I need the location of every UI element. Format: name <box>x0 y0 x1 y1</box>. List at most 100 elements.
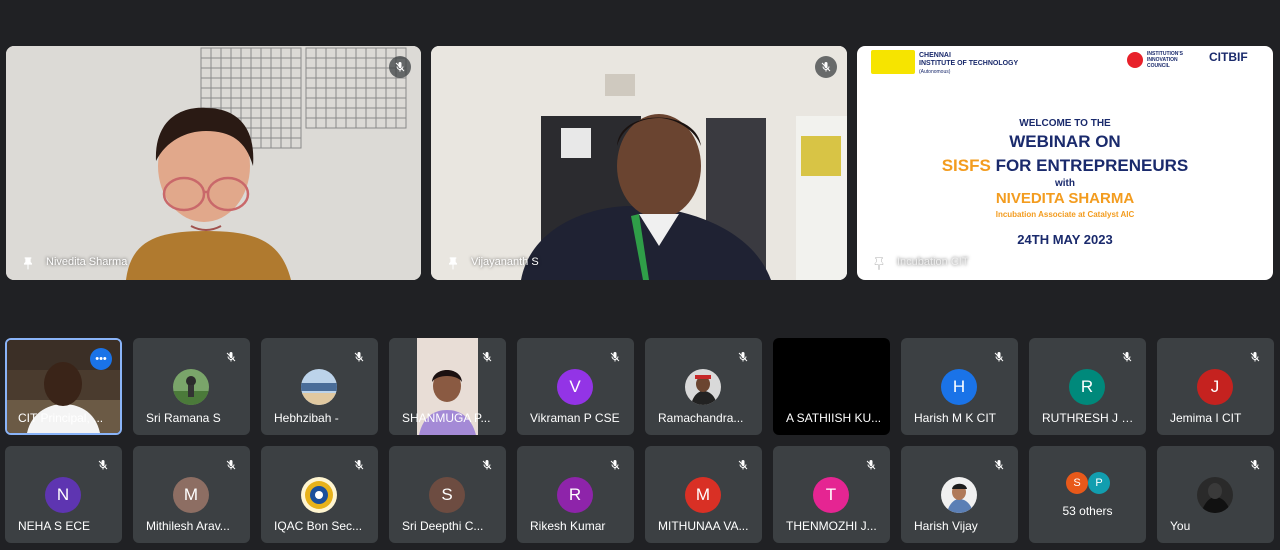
mic-muted-icon <box>92 454 114 476</box>
participant-name: A SATHIISH KU... <box>786 411 882 425</box>
participant-name: RUTHRESH J C... <box>1042 411 1138 425</box>
avatar <box>941 477 977 513</box>
participant-name: You <box>1170 519 1191 533</box>
participant-tile[interactable]: Sri Ramana S <box>133 338 250 435</box>
participant-name: Jemima I CIT <box>1170 411 1242 425</box>
iic-logo <box>1127 52 1143 68</box>
avatar <box>173 369 209 405</box>
participant-name: Incubation CIT <box>897 256 969 268</box>
participant-name: Vijayananth S <box>471 256 539 268</box>
mic-muted-icon <box>732 346 754 368</box>
avatar: R <box>557 477 593 513</box>
participant-tile[interactable]: R Rikesh Kumar <box>517 446 634 543</box>
avatar: N <box>45 477 81 513</box>
avatar <box>301 477 337 513</box>
mic-muted-icon <box>1244 454 1266 476</box>
participant-name: Harish Vijay <box>914 519 978 533</box>
mic-muted-icon <box>220 346 242 368</box>
participant-tile[interactable]: IQAC Bon Sec... <box>261 446 378 543</box>
mic-muted-icon <box>1244 346 1266 368</box>
participant-tile[interactable]: H Harish M K CIT <box>901 338 1018 435</box>
mic-muted-icon <box>988 454 1010 476</box>
cit-logo <box>871 50 915 74</box>
avatar: V <box>557 369 593 405</box>
mic-muted-icon <box>220 454 242 476</box>
mic-muted-icon <box>476 346 498 368</box>
participant-tile[interactable]: M Mithilesh Arav... <box>133 446 250 543</box>
participant-name: IQAC Bon Sec... <box>274 519 363 533</box>
participant-tile[interactable]: Ramachandra... <box>645 338 762 435</box>
others-tile[interactable]: S P 53 others <box>1029 446 1146 543</box>
participant-tile[interactable]: ••• CIT Principal, ... <box>5 338 122 435</box>
participant-name: Ramachandra... <box>658 411 744 425</box>
slide-welcome: WELCOME TO THE <box>1019 118 1111 129</box>
slide-date: 24TH MAY 2023 <box>1017 232 1113 247</box>
participant-name: MITHUNAA VA... <box>658 519 749 533</box>
mic-muted-icon <box>732 454 754 476</box>
participant-tile[interactable]: SHANMUGA P... <box>389 338 506 435</box>
avatar: S <box>429 477 465 513</box>
participant-tile[interactable]: Harish Vijay <box>901 446 1018 543</box>
participant-name: Sri Deepthi C... <box>402 519 484 533</box>
iic-label: INSTITUTION'S INNOVATION COUNCIL <box>1147 51 1183 69</box>
avatar: M <box>173 477 209 513</box>
others-avatar: S <box>1066 472 1088 494</box>
participant-name: Nivedita Sharma <box>46 256 128 268</box>
mic-muted-icon <box>988 346 1010 368</box>
pinned-tile-vijayananth[interactable]: Vijayananth S <box>431 46 847 280</box>
org-name-line1: CHENNAI <box>919 52 951 59</box>
pin-icon[interactable] <box>20 256 36 272</box>
slide-speaker: NIVEDITA SHARMA <box>995 190 1135 207</box>
avatar: R <box>1069 369 1105 405</box>
mic-muted-icon <box>860 454 882 476</box>
speaker-video <box>431 46 847 280</box>
avatar <box>301 369 337 405</box>
participant-tile[interactable]: S Sri Deepthi C... <box>389 446 506 543</box>
mic-muted-icon <box>604 454 626 476</box>
mic-muted-icon <box>815 56 837 78</box>
pinned-tile-nivedita[interactable]: Nivedita Sharma <box>6 46 421 280</box>
citbif-logo: CITBIF <box>1209 50 1248 64</box>
participant-tile[interactable]: V Vikraman P CSE <box>517 338 634 435</box>
org-name-line3: (Autonomous) <box>919 69 951 75</box>
participant-tile[interactable]: A SATHIISH KU... <box>773 338 890 435</box>
mic-muted-icon <box>476 454 498 476</box>
others-avatar: P <box>1088 472 1110 494</box>
avatar <box>1197 477 1233 513</box>
participant-name: NEHA S ECE <box>18 519 91 533</box>
participant-name: Hebhzibah - <box>274 411 339 425</box>
avatar <box>685 369 721 405</box>
pin-icon[interactable] <box>871 256 887 272</box>
slide-with: with <box>1055 178 1075 189</box>
participant-tile[interactable]: N NEHA S ECE <box>5 446 122 543</box>
participant-tile[interactable]: T THENMOZHI J... <box>773 446 890 543</box>
participant-tile[interactable]: J Jemima I CIT <box>1157 338 1274 435</box>
participant-name: SHANMUGA P... <box>402 411 491 425</box>
speaker-video <box>6 46 421 280</box>
slide-sisfs: SISFS <box>941 156 991 175</box>
participant-name: Vikraman P CSE <box>530 411 620 425</box>
participant-name: CIT Principal, ... <box>18 411 104 425</box>
avatar: J <box>1197 369 1233 405</box>
slide-speaker-role: Incubation Associate at Catalyst AIC <box>995 210 1135 219</box>
self-tile[interactable]: You <box>1157 446 1274 543</box>
participant-name: THENMOZHI J... <box>786 519 877 533</box>
others-count: 53 others <box>1062 504 1113 518</box>
avatar: T <box>813 477 849 513</box>
participant-tile[interactable]: R RUTHRESH J C... <box>1029 338 1146 435</box>
participant-name: Harish M K CIT <box>914 411 997 425</box>
participant-tile[interactable]: Hebhzibah - <box>261 338 378 435</box>
mic-muted-icon <box>348 454 370 476</box>
pin-icon[interactable] <box>445 256 461 272</box>
mic-muted-icon <box>1116 346 1138 368</box>
slide-title-line1: WEBINAR ON <box>1009 132 1121 151</box>
participant-tile[interactable]: M MITHUNAA VA... <box>645 446 762 543</box>
mic-muted-icon <box>348 346 370 368</box>
org-name-line2: INSTITUTE OF TECHNOLOGY <box>919 60 1019 67</box>
slide-entrepreneurs: FOR ENTREPRENEURS <box>995 156 1189 175</box>
more-options-button[interactable]: ••• <box>90 348 112 370</box>
slide-title-line2: SISFS FOR ENTREPRENEURS <box>857 156 1273 176</box>
pinned-tile-presentation[interactable]: CHENNAI INSTITUTE OF TECHNOLOGY (Autonom… <box>857 46 1273 280</box>
participant-name: Mithilesh Arav... <box>146 519 230 533</box>
participant-name: Sri Ramana S <box>146 411 221 425</box>
